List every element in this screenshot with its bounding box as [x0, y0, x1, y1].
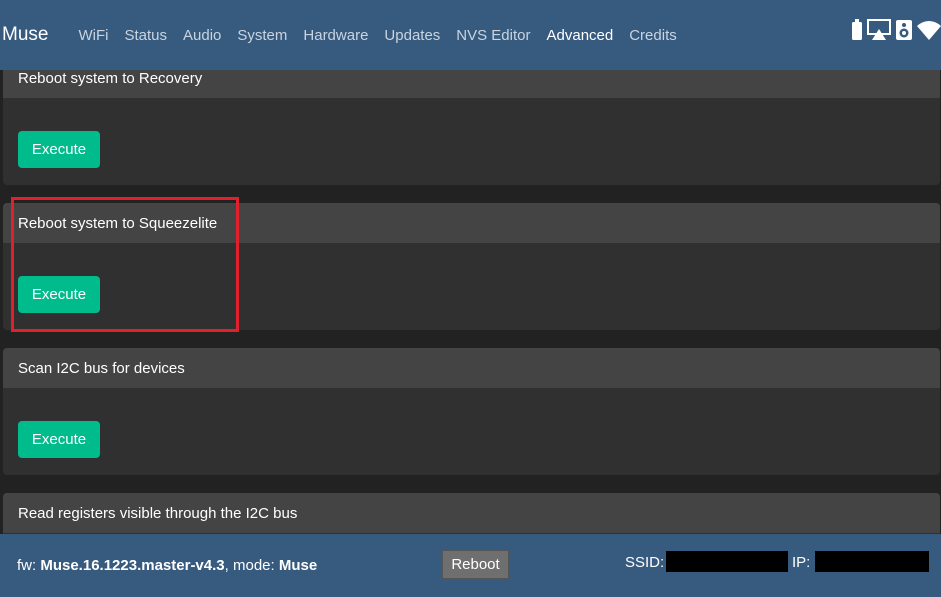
- mode-label: , mode:: [224, 557, 279, 574]
- reboot-button[interactable]: Reboot: [442, 550, 509, 579]
- card-title: Read registers visible through the I2C b…: [3, 493, 940, 533]
- speaker-icon: [895, 19, 913, 46]
- firmware-info: fw: Muse.16.1223.master-v4.3, mode: Muse: [17, 557, 317, 574]
- nav-item-status[interactable]: Status: [116, 27, 175, 44]
- nav-item-wifi[interactable]: WiFi: [70, 27, 116, 44]
- highlight-box: [11, 197, 239, 332]
- status-footer: fw: Muse.16.1223.master-v4.3, mode: Muse…: [0, 534, 941, 597]
- card-title: Scan I2C bus for devices: [3, 348, 940, 388]
- nav-item-hardware[interactable]: Hardware: [295, 27, 376, 44]
- main-nav: WiFi Status Audio System Hardware Update…: [70, 27, 684, 44]
- mode-value: Muse: [278, 557, 318, 574]
- command-card-i2c-registers: Read registers visible through the I2C b…: [3, 493, 940, 534]
- execute-button-recovery[interactable]: Execute: [18, 131, 100, 168]
- nav-item-system[interactable]: System: [229, 27, 295, 44]
- wifi-icon: [917, 19, 941, 46]
- fw-version: Muse.16.1223.master-v4.3: [40, 557, 225, 574]
- nav-item-audio[interactable]: Audio: [175, 27, 229, 44]
- status-icons: [851, 19, 941, 46]
- ssid-label: SSID:: [625, 554, 665, 571]
- nav-item-advanced[interactable]: Advanced: [539, 27, 622, 44]
- brand-logo[interactable]: Muse: [2, 24, 48, 46]
- airplay-icon: [867, 19, 891, 46]
- ip-value-redacted: [815, 551, 929, 572]
- card-title: Reboot system to Recovery: [3, 70, 940, 98]
- ip-label: IP:: [792, 554, 811, 571]
- ssid-value-redacted: [666, 551, 788, 572]
- nav-item-credits[interactable]: Credits: [621, 27, 685, 44]
- battery-icon: [851, 19, 863, 46]
- command-card-i2c-scan: Scan I2C bus for devices Execute: [3, 348, 940, 475]
- execute-button-i2c-scan[interactable]: Execute: [18, 421, 100, 458]
- nav-item-updates[interactable]: Updates: [376, 27, 448, 44]
- fw-label: fw:: [17, 557, 41, 574]
- top-navbar: Muse WiFi Status Audio System Hardware U…: [0, 0, 941, 70]
- nav-item-nvs-editor[interactable]: NVS Editor: [448, 27, 538, 44]
- command-card-recovery: Reboot system to Recovery Execute: [3, 70, 940, 185]
